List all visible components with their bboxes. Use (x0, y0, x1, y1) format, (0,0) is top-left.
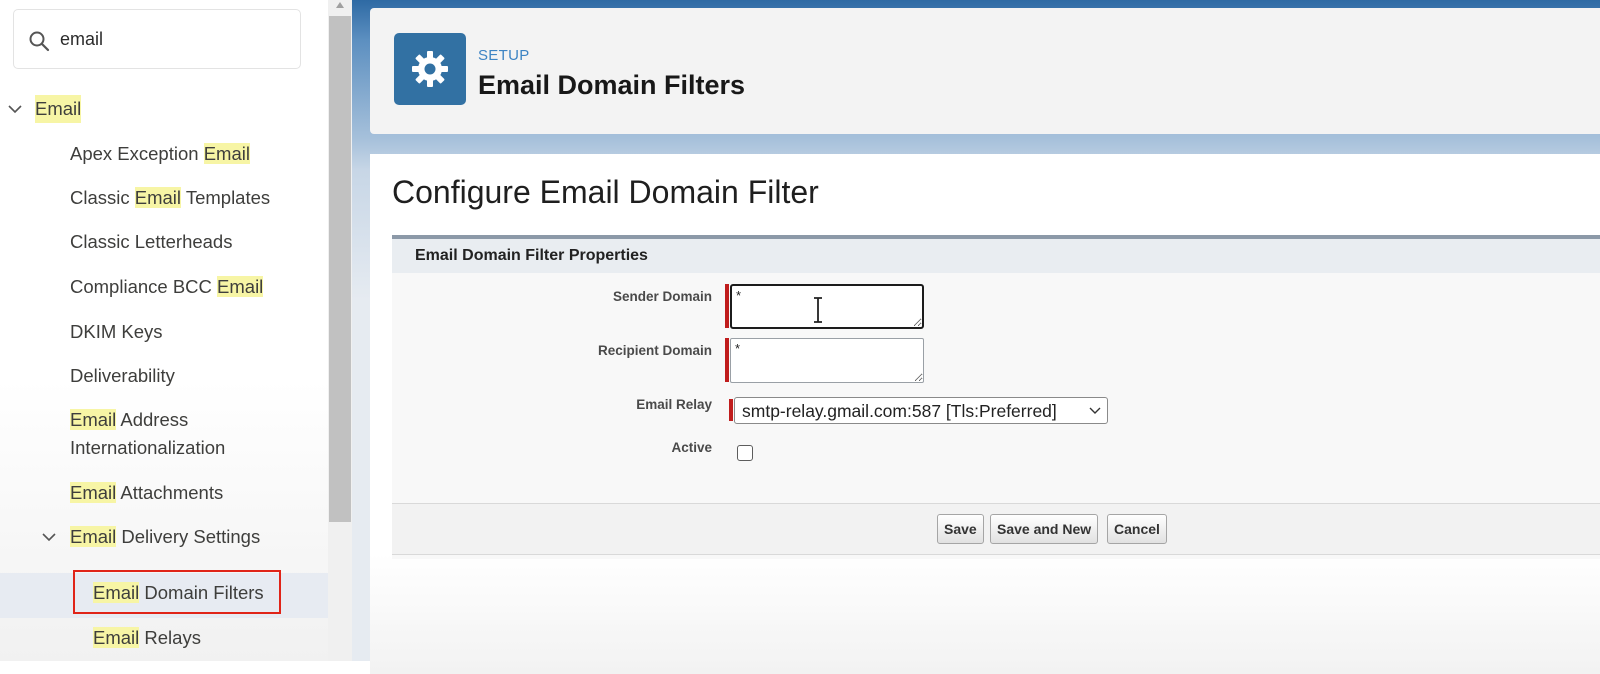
page-title: Email Domain Filters (478, 70, 746, 100)
main-content: SETUP Email Domain Filters Configure Ema… (352, 0, 1600, 674)
tree-item-label: Address (116, 409, 189, 430)
required-indicator (725, 338, 729, 382)
tree-item-label: Deliverability (70, 365, 175, 386)
tree-item-label-suffix: Templates (181, 187, 271, 208)
tree-item-label: Attachments (116, 482, 224, 503)
quick-find-box[interactable] (13, 9, 301, 69)
tree-item-label-line2: Internationalization (70, 437, 226, 458)
search-match: Email (134, 187, 182, 208)
scrollbar-thumb[interactable] (329, 16, 351, 522)
scroll-up-arrow-icon[interactable] (335, 1, 345, 9)
save-button[interactable]: Save (937, 514, 984, 544)
quick-find-input[interactable] (60, 26, 280, 52)
header-eyebrow: SETUP (478, 47, 530, 64)
cancel-button[interactable]: Cancel (1107, 514, 1167, 544)
section-header: Email Domain Filter Properties (392, 239, 1600, 273)
recipient-domain-field[interactable]: * (730, 338, 924, 383)
content-card: Configure Email Domain Filter Email Doma… (370, 154, 1600, 674)
tree-item-label: Delivery Settings (116, 526, 261, 547)
gear-icon (412, 51, 448, 87)
search-icon (29, 31, 50, 52)
email-relay-selected-value: smtp-relay.gmail.com:587 [Tls:Preferred] (742, 401, 1057, 421)
tree-item-label: Email (35, 95, 82, 123)
content-fade (370, 554, 1600, 674)
tree-item-label: Relays (139, 627, 201, 648)
save-and-new-button[interactable]: Save and New (990, 514, 1099, 544)
tree-item-label: Compliance BCC (70, 276, 218, 297)
required-indicator (729, 399, 733, 421)
setup-icon-tile (394, 33, 466, 105)
chevron-down-icon[interactable] (7, 101, 23, 117)
recipient-domain-label: Recipient Domain (597, 343, 712, 358)
tree-item-label: Classic (70, 187, 135, 208)
sender-domain-label: Sender Domain (612, 289, 712, 304)
properties-section: Email Domain Filter Properties Sender Do… (392, 235, 1600, 559)
form-title: Configure Email Domain Filter (392, 174, 819, 210)
sender-domain-field[interactable]: * (730, 284, 924, 329)
annotation-highlight-box (73, 570, 281, 614)
active-label: Active (671, 440, 712, 455)
chevron-down-icon (1089, 407, 1101, 414)
tree-item-label: Classic Letterheads (70, 231, 233, 252)
search-match: Email (217, 276, 264, 297)
required-indicator (725, 284, 729, 328)
tree-item-email-address-internationalization[interactable]: Email Address Internationalization (0, 406, 328, 462)
search-match: Email (70, 409, 117, 430)
email-relay-select[interactable]: smtp-relay.gmail.com:587 [Tls:Preferred] (734, 397, 1108, 424)
section-title: Email Domain Filter Properties (415, 247, 648, 264)
search-match: Email (70, 526, 117, 547)
search-match: Email (93, 627, 140, 648)
search-match: Email (70, 482, 117, 503)
chevron-down-icon[interactable] (41, 529, 57, 545)
active-checkbox[interactable] (737, 445, 753, 461)
tree-item-label: Apex Exception (70, 143, 204, 164)
text-cursor-icon (814, 297, 822, 323)
email-relay-label: Email Relay (636, 397, 712, 412)
setup-sidebar: Email Apex Exception Email Classic Email… (0, 0, 328, 661)
form-button-bar: Save Save and New Cancel (392, 503, 1600, 555)
search-match: Email (203, 143, 250, 164)
tree-item-label: DKIM Keys (70, 321, 163, 342)
page-header: SETUP Email Domain Filters (370, 8, 1600, 134)
sidebar-scrollbar[interactable] (328, 0, 352, 661)
